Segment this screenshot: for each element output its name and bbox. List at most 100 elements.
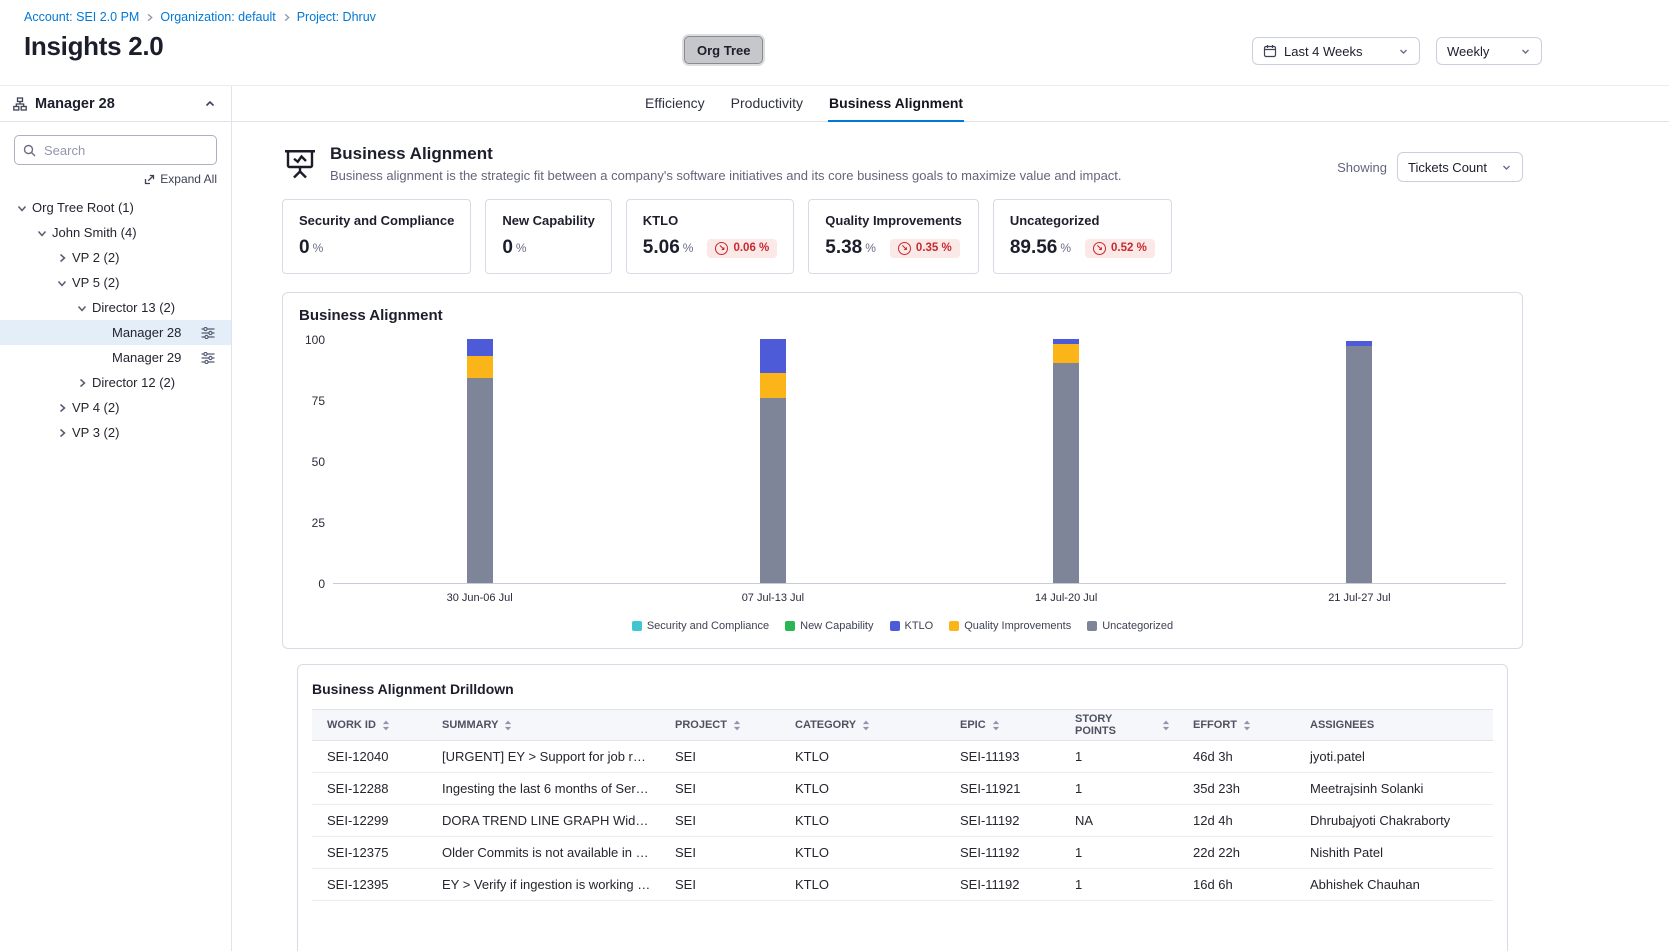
tree-item-director-13[interactable]: Director 13 (2) [0,295,231,320]
tree-item-vp-4[interactable]: VP 4 (2) [0,395,231,420]
legend-item[interactable]: Uncategorized [1087,620,1173,632]
sort-icon[interactable] [1162,720,1170,731]
chevron-down-icon [1520,46,1531,57]
sort-icon[interactable] [992,720,1000,731]
table-row[interactable]: SEI-12288 Ingesting the last 6 months of… [312,773,1493,805]
sort-icon[interactable] [504,720,512,731]
table-row[interactable]: SEI-12299 DORA TREND LINE GRAPH Widgets … [312,805,1493,837]
breadcrumb-organization-link[interactable]: Organization: default [160,10,275,24]
bar-slot[interactable] [920,340,1213,583]
tree-item-org-tree-root[interactable]: Org Tree Root (1) [0,195,231,220]
stacked-bar[interactable] [467,339,493,583]
bar-slot[interactable] [1213,340,1506,583]
chevron-down-icon[interactable] [32,228,52,238]
tree-item-john-smith[interactable]: John Smith (4) [0,220,231,245]
tree-item-vp-2[interactable]: VP 2 (2) [0,245,231,270]
tab-efficiency[interactable]: Efficiency [644,86,706,122]
table-row[interactable]: SEI-12375 Older Commits is not available… [312,837,1493,869]
showing-label: Showing [1337,160,1387,175]
cell-epic: SEI-11192 [945,869,1060,901]
stat-value: 5.38 [825,237,862,259]
bar-slot[interactable] [333,340,626,583]
breadcrumb-account-link[interactable]: Account: SEI 2.0 PM [24,10,139,24]
chevron-right-icon[interactable] [52,428,72,438]
date-range-dropdown[interactable]: Last 4 Weeks [1252,37,1420,65]
chevron-right-icon[interactable] [52,253,72,263]
column-header-epic[interactable]: EPIC [960,719,1052,731]
chevron-right-icon[interactable] [52,403,72,413]
x-tick-label: 21 Jul-27 Jul [1213,592,1506,604]
legend-swatch [949,621,959,631]
column-header-project[interactable]: PROJECT [675,719,772,731]
column-header-work-id[interactable]: WORK ID [327,719,419,731]
stacked-bar[interactable] [1053,339,1079,583]
stacked-bar[interactable] [1346,341,1372,583]
sort-icon[interactable] [382,720,390,731]
column-label: EPIC [960,719,986,731]
tab-productivity[interactable]: Productivity [730,86,804,122]
x-tick-label: 07 Jul-13 Jul [626,592,919,604]
bar-slot[interactable] [626,340,919,583]
stacked-bar[interactable] [760,339,786,583]
presentation-board-icon [282,146,318,182]
column-header-effort[interactable]: EFFORT [1193,719,1287,731]
sort-icon[interactable] [733,720,741,731]
chevron-down-icon[interactable] [12,203,32,213]
tree-item-manager-29[interactable]: Manager 29 [0,345,231,370]
date-range-value: Last 4 Weeks [1284,44,1363,59]
stat-title: Security and Compliance [299,213,454,228]
tree-item-vp-3[interactable]: VP 3 (2) [0,420,231,445]
tree-item-manager-28[interactable]: Manager 28 [0,320,231,345]
cell-work-id: SEI-12395 [312,869,427,901]
expand-all-button[interactable]: Expand All [14,172,217,186]
legend-swatch [632,621,642,631]
chevron-down-icon[interactable] [52,278,72,288]
cell-summary: [URGENT] EY > Support for job run par... [427,741,660,773]
tree-item-director-12[interactable]: Director 12 (2) [0,370,231,395]
cell-category: KTLO [780,869,945,901]
delta-badge: ↘ 0.06 % [707,239,777,258]
legend-item[interactable]: KTLO [890,620,934,632]
table-row[interactable]: SEI-12040 [URGENT] EY > Support for job … [312,741,1493,773]
column-header-summary[interactable]: SUMMARY [442,719,652,731]
filter-sliders-icon[interactable] [201,352,215,364]
tree-item-label: Manager 29 [112,350,181,365]
tab-bar: Efficiency Productivity Business Alignme… [232,86,1669,122]
column-header-category[interactable]: CATEGORY [795,719,937,731]
legend-item[interactable]: Quality Improvements [949,620,1071,632]
cell-story-points: 1 [1060,869,1178,901]
tree-item-label: John Smith (4) [52,225,137,240]
legend-item[interactable]: New Capability [785,620,873,632]
tree-item-vp-5[interactable]: VP 5 (2) [0,270,231,295]
drilldown-table: WORK ID SUMMARY PROJECT CATEGORY EPIC ST… [312,709,1493,901]
drilldown-title: Business Alignment Drilldown [312,681,1493,697]
stat-unit: % [313,241,324,255]
showing-dropdown[interactable]: Tickets Count [1397,152,1523,182]
tab-business-alignment[interactable]: Business Alignment [828,86,964,122]
cell-epic: SEI-11192 [945,837,1060,869]
delta-value: 0.35 % [916,242,952,254]
y-axis: 100 75 50 25 0 [299,340,333,584]
section-description: Business alignment is the strategic fit … [330,168,1122,183]
chevron-down-icon[interactable] [72,303,92,313]
stat-card-uncategorized: Uncategorized 89.56 % ↘ 0.52 % [993,199,1172,274]
breadcrumb-project-link[interactable]: Project: Dhruv [297,10,376,24]
search-input[interactable] [14,135,217,165]
tree-item-label: VP 4 (2) [72,400,119,415]
sort-icon[interactable] [862,720,870,731]
showing-value: Tickets Count [1408,160,1487,175]
filter-sliders-icon[interactable] [201,327,215,339]
table-row[interactable]: SEI-12395 EY > Verify if ingestion is wo… [312,869,1493,901]
column-header-story-points[interactable]: STORY POINTS [1075,713,1170,737]
cell-assignees: Abhishek Chauhan [1295,869,1493,901]
legend-item[interactable]: Security and Compliance [632,620,769,632]
cell-story-points: 1 [1060,837,1178,869]
column-label: SUMMARY [442,719,498,731]
chevron-right-icon[interactable] [72,378,92,388]
collapse-sidebar-button[interactable] [201,95,219,113]
section-title: Business Alignment [330,144,1122,164]
org-tree-button[interactable]: Org Tree [684,36,763,64]
interval-dropdown[interactable]: Weekly [1436,37,1542,65]
sort-icon[interactable] [1243,720,1251,731]
delta-value: 0.52 % [1111,242,1147,254]
